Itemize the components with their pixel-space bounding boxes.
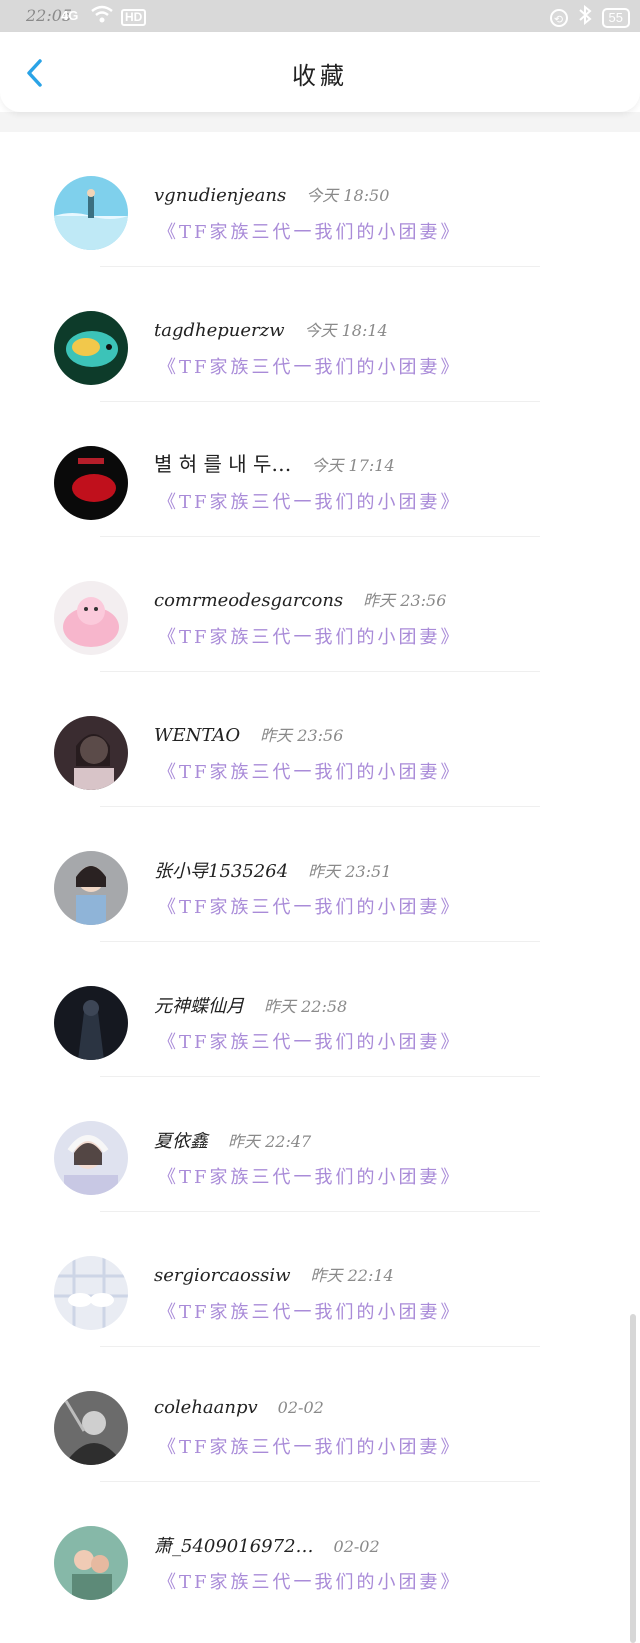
- item-name: sergiorcaossiw 昨天 22:14: [154, 1262, 394, 1286]
- item-time: 今天 17:14: [311, 456, 395, 475]
- bluetooth-icon: [578, 4, 592, 30]
- list-item[interactable]: 별 혀 를 내 두… 今天 17:14 《TF家族三代一我们的小团妻》: [0, 402, 640, 537]
- status-bar: 22:05 4G HD ⟲ 55: [0, 0, 640, 32]
- list-item[interactable]: tagdhepuerzw 今天 18:14 《TF家族三代一我们的小团妻》: [0, 267, 640, 402]
- item-subtitle[interactable]: 《TF家族三代一我们的小团妻》: [158, 623, 462, 649]
- item-name-text: comrmeodesgarcons: [154, 590, 344, 611]
- item-name-text: tagdhepuerzw: [154, 320, 285, 341]
- item-name: 萧_5409016972… 02-02: [154, 1532, 380, 1558]
- item-name: vgnudienjeans 今天 18:50: [154, 182, 389, 206]
- item-name: 별 혀 를 내 두… 今天 17:14: [154, 448, 395, 477]
- item-time: 今天 18:14: [304, 321, 388, 340]
- item-name-text: WENTAO: [154, 725, 241, 746]
- wifi-icon: [90, 4, 114, 29]
- item-time: 昨天 22:14: [310, 1266, 394, 1285]
- list-item[interactable]: 夏依鑫 昨天 22:47 《TF家族三代一我们的小团妻》: [0, 1077, 640, 1212]
- list-item[interactable]: vgnudienjeans 今天 18:50 《TF家族三代一我们的小团妻》: [0, 132, 640, 267]
- list-item[interactable]: WENTAO 昨天 23:56 《TF家族三代一我们的小团妻》: [0, 672, 640, 807]
- list-item[interactable]: 张小导1535264 昨天 23:51 《TF家族三代一我们的小团妻》: [0, 807, 640, 942]
- item-name: tagdhepuerzw 今天 18:14: [154, 317, 388, 341]
- list-item[interactable]: 元神蝶仙月 昨天 22:58 《TF家族三代一我们的小团妻》: [0, 942, 640, 1077]
- item-name-text: 萧_5409016972…: [154, 1536, 314, 1557]
- item-name: comrmeodesgarcons 昨天 23:56: [154, 587, 446, 611]
- item-name: 夏依鑫 昨天 22:47: [154, 1127, 311, 1153]
- list-item[interactable]: colehaanpv 02-02 《TF家族三代一我们的小团妻》: [0, 1347, 640, 1482]
- item-subtitle[interactable]: 《TF家族三代一我们的小团妻》: [158, 1433, 462, 1459]
- item-name-text: 夏依鑫: [154, 1131, 208, 1152]
- list-item[interactable]: sergiorcaossiw 昨天 22:14 《TF家族三代一我们的小团妻》: [0, 1212, 640, 1347]
- avatar[interactable]: [54, 176, 128, 250]
- item-subtitle[interactable]: 《TF家族三代一我们的小团妻》: [158, 1298, 462, 1324]
- avatar[interactable]: [54, 851, 128, 925]
- status-right: ⟲ 55: [549, 4, 630, 30]
- item-time: 昨天 23:56: [363, 591, 447, 610]
- item-name: colehaanpv 02-02: [154, 1397, 324, 1418]
- item-time: 昨天 22:58: [264, 997, 348, 1016]
- item-name-text: sergiorcaossiw: [154, 1265, 291, 1286]
- item-time: 昨天 22:47: [228, 1132, 312, 1151]
- item-name: 元神蝶仙月 昨天 22:58: [154, 992, 347, 1018]
- item-subtitle[interactable]: 《TF家族三代一我们的小团妻》: [158, 488, 462, 514]
- item-name-text: vgnudienjeans: [154, 185, 287, 206]
- signal-icon: 4G: [61, 8, 79, 23]
- item-subtitle[interactable]: 《TF家族三代一我们的小团妻》: [158, 893, 462, 919]
- item-name-text: 별 혀 를 내 두…: [154, 452, 292, 476]
- item-time: 昨天 23:56: [260, 726, 344, 745]
- avatar[interactable]: [54, 986, 128, 1060]
- avatar[interactable]: [54, 581, 128, 655]
- header-separator: [0, 112, 640, 132]
- avatar[interactable]: [54, 716, 128, 790]
- header-bar: 收藏: [0, 32, 640, 112]
- item-time: 昨天 23:51: [308, 862, 392, 881]
- item-name-text: 张小导1535264: [154, 861, 289, 882]
- avatar[interactable]: [54, 1121, 128, 1195]
- avatar[interactable]: [54, 311, 128, 385]
- avatar[interactable]: [54, 1391, 128, 1465]
- item-subtitle[interactable]: 《TF家族三代一我们的小团妻》: [158, 218, 462, 244]
- list-item[interactable]: 萧_5409016972… 02-02 《TF家族三代一我们的小团妻》: [0, 1482, 640, 1617]
- item-name: 张小导1535264 昨天 23:51: [154, 857, 391, 883]
- item-name-text: 元神蝶仙月: [154, 996, 244, 1017]
- item-subtitle[interactable]: 《TF家族三代一我们的小团妻》: [158, 758, 462, 784]
- scrollbar[interactable]: [630, 1314, 636, 1643]
- item-name-text: colehaanpv: [154, 1397, 258, 1418]
- hd-badge: HD: [121, 9, 147, 26]
- avatar[interactable]: [54, 1526, 128, 1600]
- item-time: 今天 18:50: [306, 186, 390, 205]
- page-title: 收藏: [292, 62, 348, 90]
- list-item[interactable]: comrmeodesgarcons 昨天 23:56 《TF家族三代一我们的小团妻…: [0, 537, 640, 672]
- item-time: 02-02: [333, 1537, 380, 1556]
- item-subtitle[interactable]: 《TF家族三代一我们的小团妻》: [158, 353, 462, 379]
- battery-indicator: 55: [601, 7, 630, 28]
- avatar[interactable]: [54, 446, 128, 520]
- favorites-list: vgnudienjeans 今天 18:50 《TF家族三代一我们的小团妻》 ta…: [0, 132, 640, 1617]
- item-subtitle[interactable]: 《TF家族三代一我们的小团妻》: [158, 1028, 462, 1054]
- item-name: WENTAO 昨天 23:56: [154, 722, 343, 746]
- item-subtitle[interactable]: 《TF家族三代一我们的小团妻》: [158, 1163, 462, 1189]
- rotation-lock-icon: ⟲: [549, 8, 568, 27]
- item-subtitle[interactable]: 《TF家族三代一我们的小团妻》: [158, 1568, 462, 1594]
- avatar[interactable]: [54, 1256, 128, 1330]
- item-time: 02-02: [277, 1398, 324, 1417]
